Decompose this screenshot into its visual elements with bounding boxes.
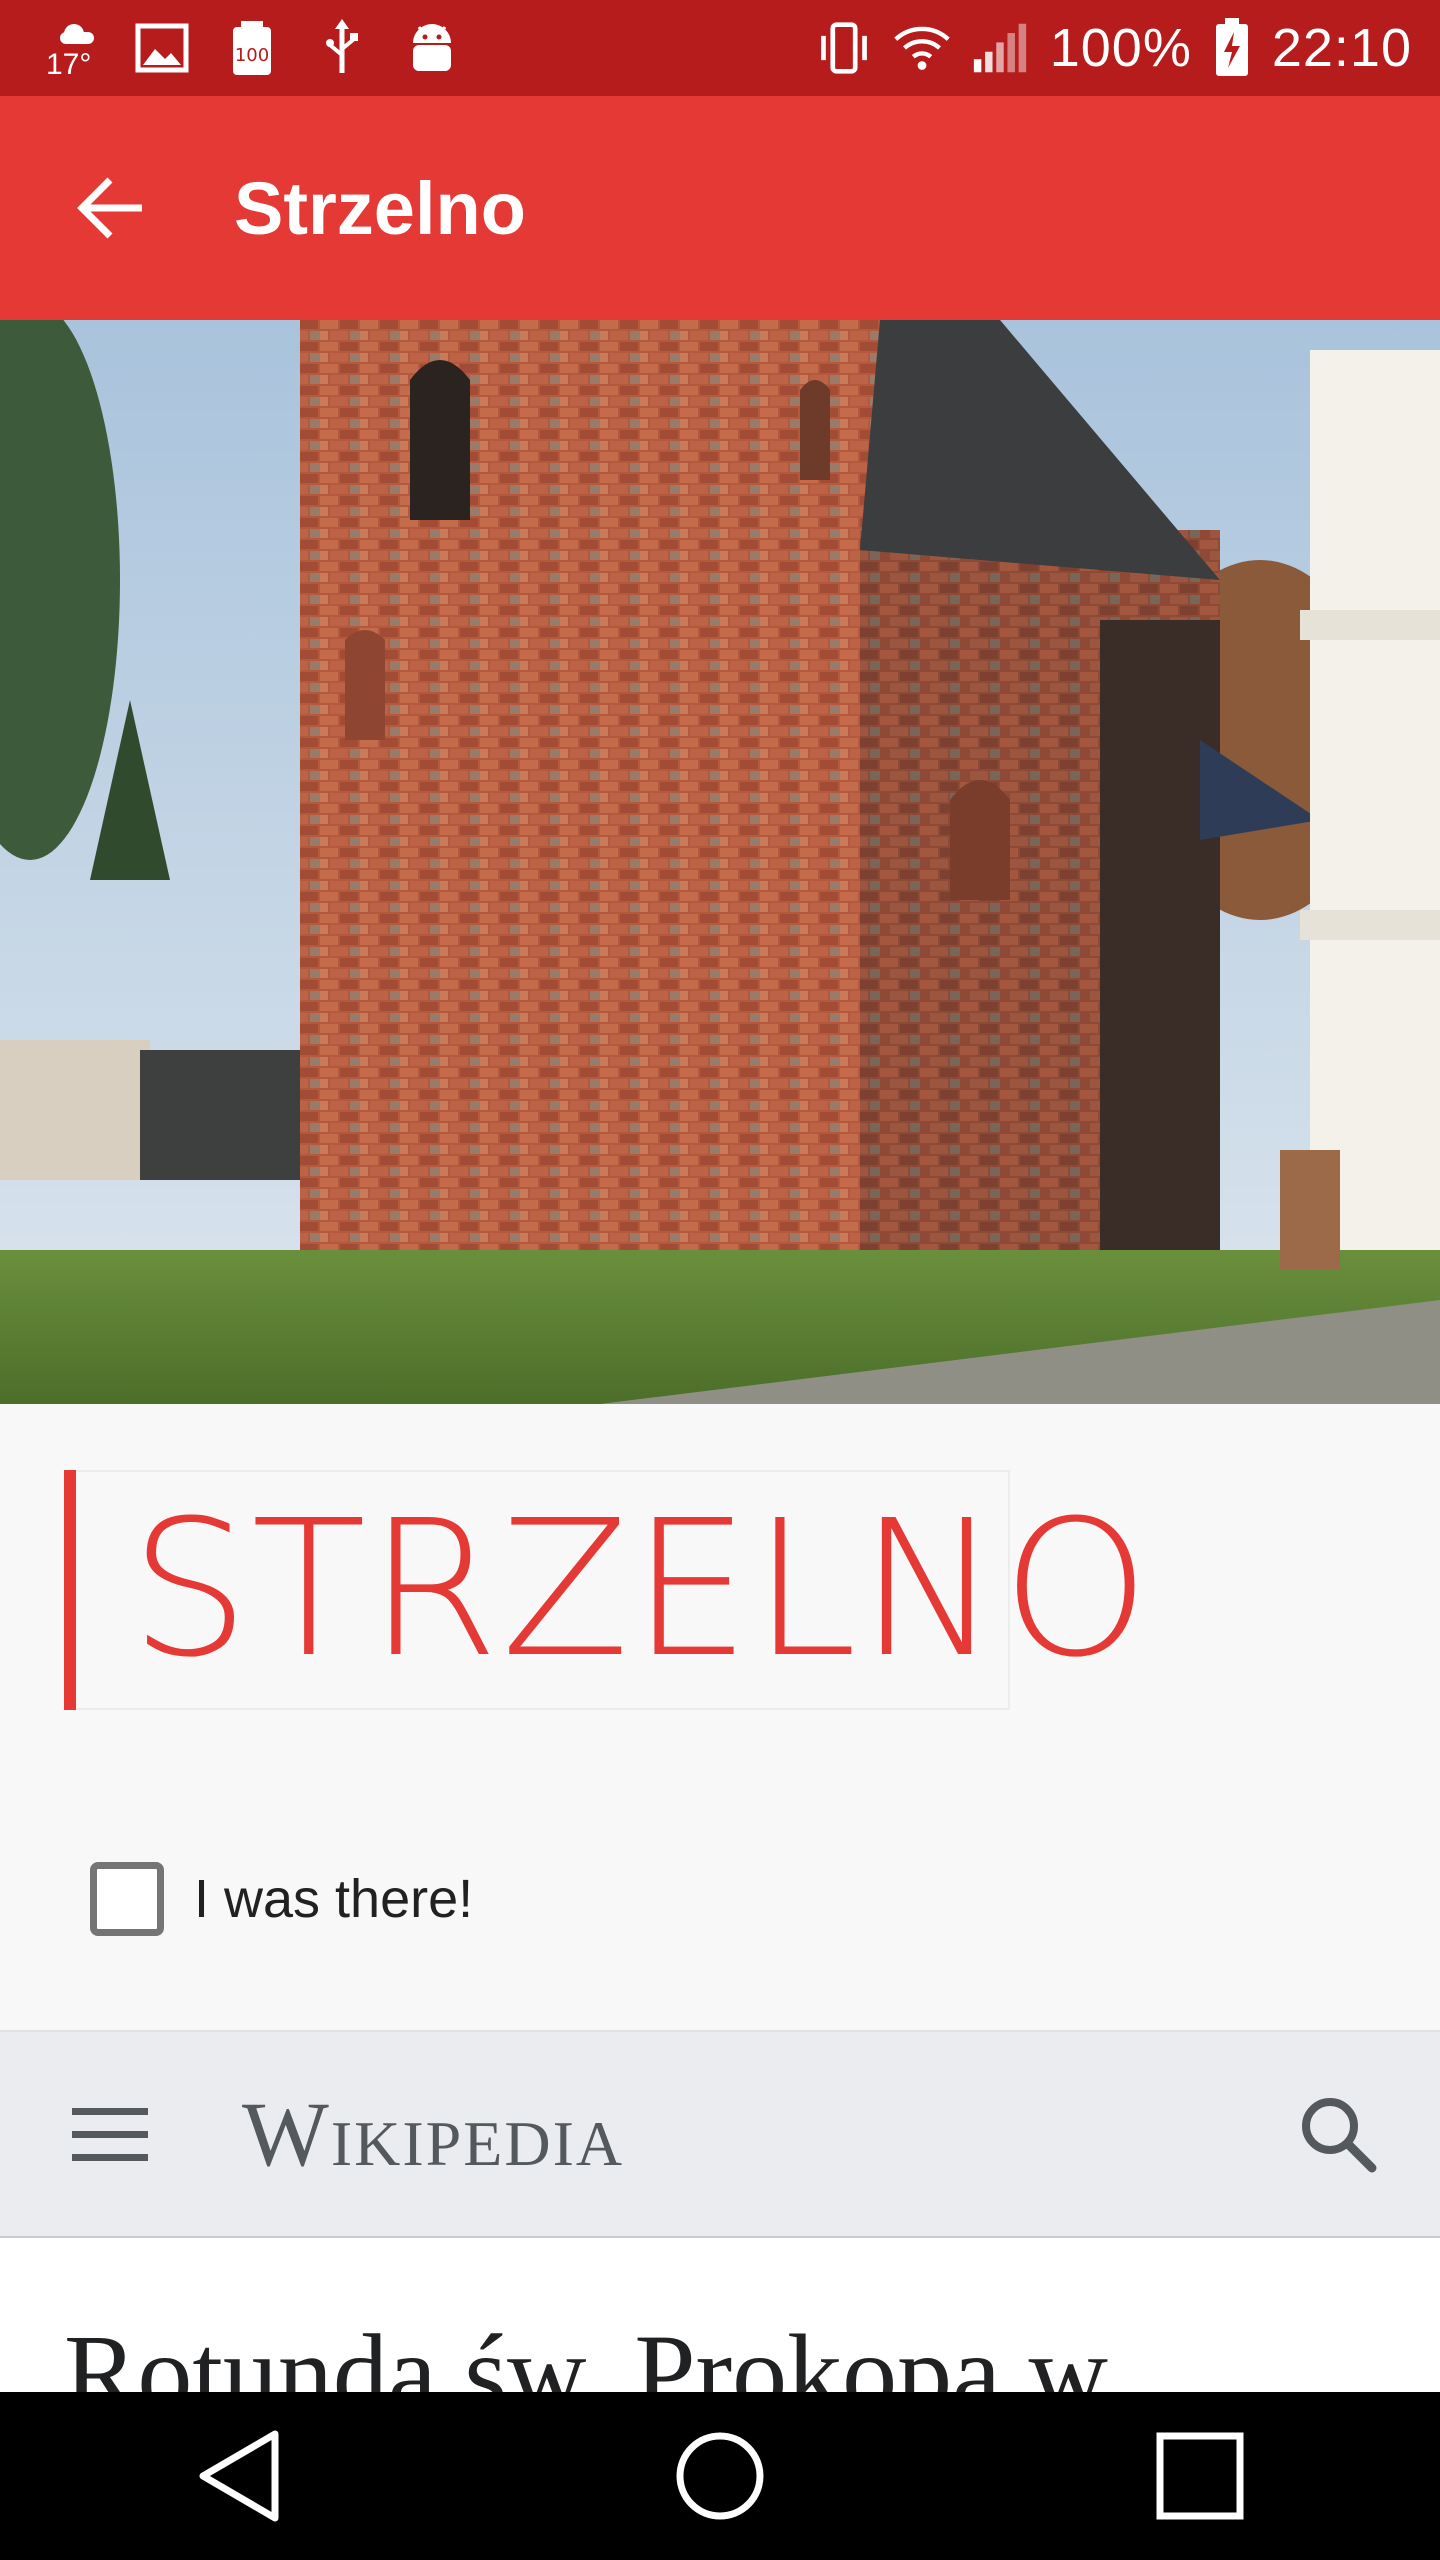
vibrate-icon — [816, 18, 872, 78]
search-icon — [1302, 2098, 1377, 2173]
visited-checkbox[interactable] — [90, 1862, 164, 1936]
visited-checkbox-label[interactable]: I was there! — [194, 1868, 473, 1930]
arrow-left-icon — [77, 177, 142, 239]
menu-button[interactable] — [60, 2084, 160, 2184]
wikipedia-logo[interactable]: Wikipedia — [242, 2081, 624, 2187]
wifi-icon — [893, 18, 950, 78]
nav-home-icon — [676, 2432, 764, 2520]
hero-photo[interactable] — [0, 320, 1440, 1404]
back-button[interactable] — [56, 152, 168, 264]
usb-icon — [314, 18, 370, 78]
system-nav-bar — [0, 2392, 1440, 2560]
place-header: STRZELNO — [0, 1404, 1440, 2030]
weather-icon: 17° — [44, 18, 100, 81]
app-title: Strzelno — [234, 166, 526, 250]
title-accent-bar — [64, 1470, 76, 1710]
clock-text: 22:10 — [1271, 18, 1412, 78]
temperature-text: 17° — [46, 48, 92, 81]
visited-checkbox-row[interactable]: I was there! — [90, 1862, 473, 1936]
rotunda-photo — [0, 320, 1440, 1404]
article-heading: Rotunda św. Prokopa w — [64, 2312, 1108, 2392]
nav-back-button[interactable] — [175, 2411, 305, 2541]
status-bar: 17° 100 100% 22:10 — [0, 0, 1440, 96]
battery-percent-text: 100% — [1049, 18, 1192, 78]
article-content[interactable]: Rotunda św. Prokopa w — [0, 2238, 1440, 2392]
signal-icon — [972, 18, 1028, 78]
nav-recents-button[interactable] — [1135, 2411, 1265, 2541]
android-debug-icon — [404, 18, 460, 78]
app-bar: Strzelno — [0, 96, 1440, 320]
nav-back-icon — [199, 2430, 279, 2522]
search-button[interactable] — [1288, 2084, 1388, 2184]
nav-home-button[interactable] — [655, 2411, 785, 2541]
battery-charging-icon — [1214, 18, 1250, 78]
storage-100-icon: 100 — [224, 18, 280, 78]
status-left-icons: 17° 100 — [44, 18, 460, 81]
image-icon — [134, 18, 190, 78]
wikipedia-header: Wikipedia — [0, 2030, 1440, 2238]
status-right-icons: 100% 22:10 — [816, 18, 1412, 78]
place-title: STRZELNO — [130, 1480, 1152, 1699]
svg-text:100: 100 — [235, 45, 269, 66]
hamburger-menu-icon — [72, 2108, 148, 2161]
nav-recents-icon — [1156, 2432, 1244, 2520]
